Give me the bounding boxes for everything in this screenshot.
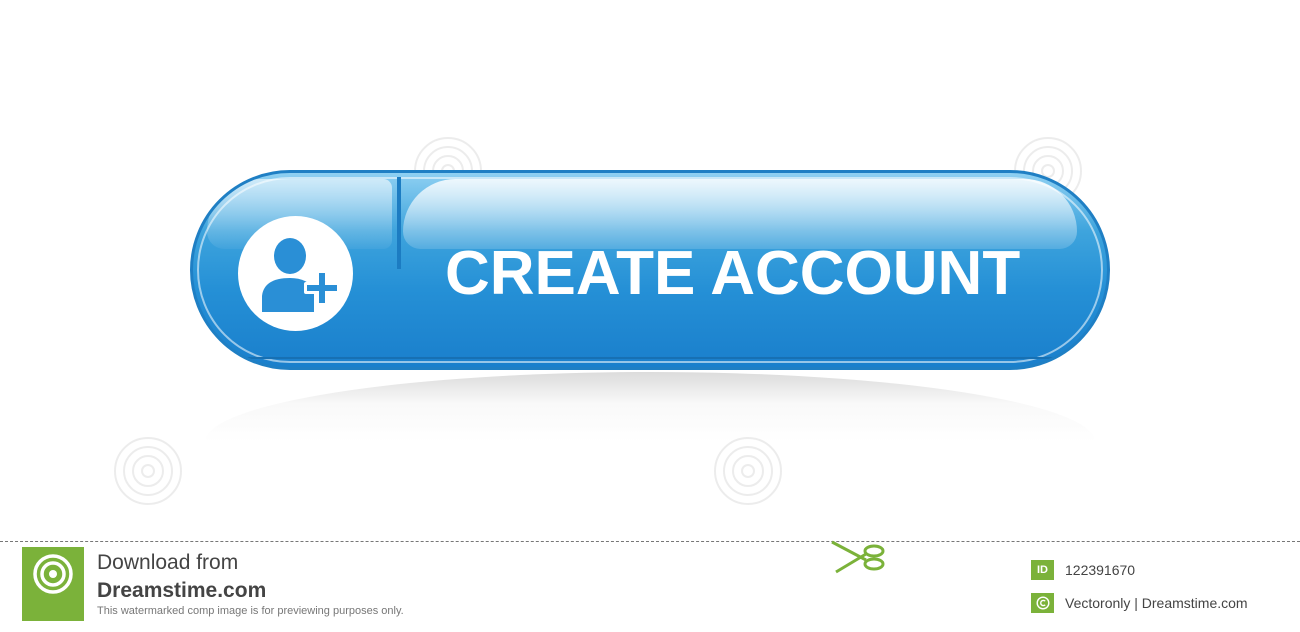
download-from-text: Download from: [97, 551, 239, 574]
dreamstime-logo: [22, 547, 84, 621]
watermark-footer: Download from Dreamstime.com This waterm…: [0, 540, 1300, 632]
create-account-button[interactable]: CREATE ACCOUNT: [190, 170, 1110, 370]
button-divider: [397, 177, 401, 269]
user-add-icon: [261, 237, 340, 312]
user-add-icon-circle: [238, 216, 353, 331]
dreamstime-spiral-icon: [33, 554, 73, 594]
create-account-label: CREATE ACCOUNT: [445, 239, 1021, 308]
button-bottom-line: [233, 357, 1067, 359]
copyright-badge: [1031, 593, 1054, 613]
button-reflection: [205, 372, 1095, 442]
dreamstime-site-link[interactable]: Dreamstime.com: [97, 579, 266, 603]
image-id: 122391670: [1065, 562, 1136, 578]
footer-dashed-divider: [0, 541, 1300, 542]
copyright-icon: [1035, 596, 1050, 610]
author-credit[interactable]: Vectoronly | Dreamstime.com: [1065, 593, 1248, 613]
scissors-icon: [831, 540, 885, 574]
watermark-spiral-icon: [714, 437, 782, 505]
watermark-spiral-icon: [114, 437, 182, 505]
id-badge: ID: [1031, 560, 1054, 580]
preview-disclaimer: This watermarked comp image is for previ…: [97, 605, 404, 617]
create-account-button-wrapper: CREATE ACCOUNT: [190, 170, 1110, 370]
